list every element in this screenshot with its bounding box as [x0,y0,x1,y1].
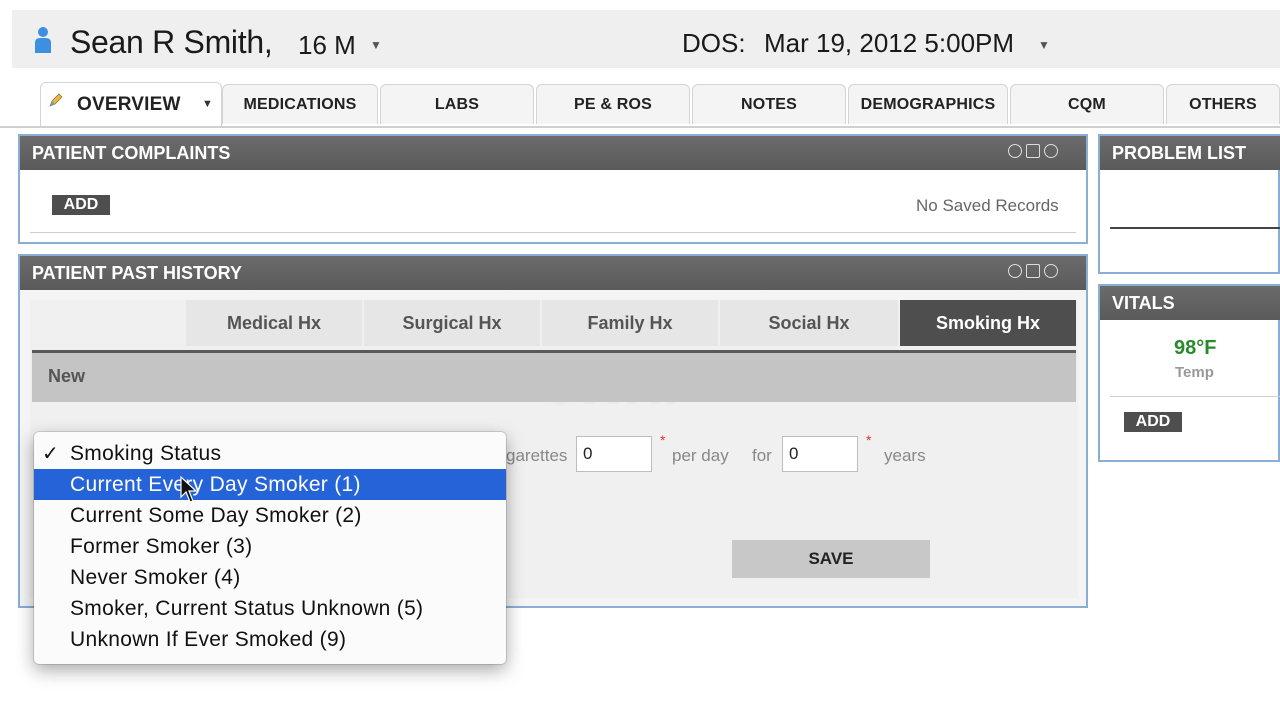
dropdown-header-option[interactable]: ✓ Smoking Status [34,438,506,469]
dropdown-option[interactable]: Former Smoker (3) [34,531,506,562]
required-marker: * [660,432,666,448]
tab-label: CQM [1068,95,1106,113]
divider [1110,396,1280,397]
vitals-header: VITALS [1100,286,1280,320]
tab-label: LABS [434,95,480,113]
option-label: Current Some Day Smoker (2) [70,503,362,527]
subtab-label: Social Hx [768,312,850,333]
button-label: ADD [63,196,99,213]
button-label: ADD [1135,413,1171,430]
per-day-label: per day [672,446,729,465]
tab-cqm[interactable]: CQM [1010,84,1164,124]
checkmark-icon: ✓ [42,443,60,465]
panel-title: PATIENT COMPLAINTS [32,142,231,163]
mouse-cursor-icon [180,476,198,503]
patient-past-history-header: PATIENT PAST HISTORY [20,256,1086,290]
save-button[interactable]: SAVE [732,540,930,578]
tab-bar-divider [0,126,1280,128]
tab-labs[interactable]: LABS [380,84,534,124]
new-record-bar [32,350,1076,402]
tab-label: OVERVIEW [77,93,181,115]
patient-age-sex[interactable]: 16 M [298,30,356,61]
subtab-label: Family Hx [587,312,673,333]
cigarettes-per-day-input[interactable]: 0 [576,436,652,472]
subtab-surgical-hx[interactable]: Surgical Hx [364,300,540,346]
tab-label: OTHERS [1189,95,1257,113]
panel-title: VITALS [1112,292,1175,313]
option-label: Never Smoker (4) [70,565,241,589]
maximize-icon[interactable] [1026,264,1040,278]
cigarettes-label: garettes [506,446,568,465]
tab-label: PE & ROS [573,95,653,113]
button-label: SAVE [808,549,854,568]
dropdown-option[interactable]: Never Smoker (4) [34,562,506,593]
tab-medications[interactable]: MEDICATIONS [222,84,378,124]
subtab-label: Medical Hx [226,312,322,333]
refresh-icon[interactable] [1008,264,1022,278]
subtab-family-hx[interactable]: Family Hx [542,300,718,346]
maximize-icon[interactable] [1026,144,1040,158]
option-label: Unknown If Ever Smoked (9) [70,627,347,651]
subtab-label: Surgical Hx [402,312,502,333]
tab-demographics[interactable]: DEMOGRAPHICS [848,84,1008,124]
tab-others[interactable]: OTHERS [1166,84,1280,124]
temperature-label: Temp [1175,364,1214,381]
dos-caret-icon[interactable]: ▼ [1038,38,1050,52]
dos-value[interactable]: Mar 19, 2012 5:00PM [764,28,1014,59]
close-icon[interactable] [1044,144,1058,158]
panel-title: PATIENT PAST HISTORY [32,262,243,283]
add-complaint-button[interactable]: ADD [52,195,110,215]
option-label: Current Every Day Smoker (1) [70,472,361,496]
tab-notes[interactable]: NOTES [692,84,846,124]
subtab-medical-hx[interactable]: Medical Hx [186,300,362,346]
subtab-social-hx[interactable]: Social Hx [720,300,898,346]
for-label: for [752,446,772,465]
option-label: Smoking Status [70,441,222,465]
panel-controls [1008,264,1058,278]
patient-name: Sean R Smith, [70,24,273,60]
years-input[interactable]: 0 [782,436,858,472]
panel-title: PROBLEM LIST [1112,142,1246,163]
required-marker: * [866,432,872,448]
dropdown-option[interactable]: Current Every Day Smoker (1) [34,469,506,500]
person-icon [35,27,51,53]
overview-caret-icon[interactable]: ▼ [202,98,213,110]
add-vitals-button[interactable]: ADD [1124,412,1182,432]
pencil-icon [49,93,63,107]
option-label: Smoker, Current Status Unknown (5) [70,596,424,620]
tab-pe-ros[interactable]: PE & ROS [536,84,690,124]
dropdown-option[interactable]: Unknown If Ever Smoked (9) [34,624,506,655]
close-icon[interactable] [1044,264,1058,278]
temperature-value: 98°F [1174,337,1217,359]
new-record-label: New [48,366,86,386]
tab-label: MEDICATIONS [243,95,357,113]
years-label: years [884,446,926,465]
problem-list-header: PROBLEM LIST [1100,136,1280,170]
patient-menu-caret-icon[interactable]: ▼ [370,38,382,52]
subtab-smoking-hx[interactable]: Smoking Hx [900,300,1076,346]
tab-label: DEMOGRAPHICS [860,95,996,113]
patient-complaints-header: PATIENT COMPLAINTS [20,136,1086,170]
dropdown-option[interactable]: Smoker, Current Status Unknown (5) [34,593,506,624]
panel-controls [1008,144,1058,158]
smoking-status-dropdown[interactable]: ✓ Smoking Status Current Every Day Smoke… [34,432,506,664]
divider [1110,227,1280,229]
tab-label: NOTES [740,95,798,113]
dos-label: DOS: [682,28,746,58]
option-label: Former Smoker (3) [70,534,253,558]
subtab-label: Smoking Hx [935,312,1041,333]
tab-overview[interactable]: OVERVIEW [40,82,222,126]
divider [30,232,1076,233]
dropdown-option[interactable]: Current Some Day Smoker (2) [34,500,506,531]
no-records-text: No Saved Records [916,196,1059,215]
refresh-icon[interactable] [1008,144,1022,158]
